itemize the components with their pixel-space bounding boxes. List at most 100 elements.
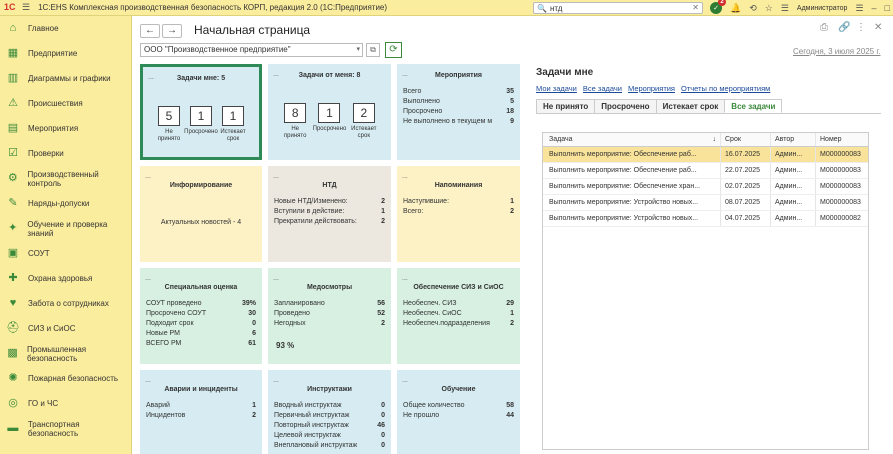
tile-accidents[interactable]: ... Аварии и инциденты Аварий 1 Инцидентов 2 [140,370,262,454]
bell-icon[interactable]: 🔔 [730,3,741,14]
maximize-icon[interactable]: □ [885,3,890,13]
sidebar-item-3[interactable]: ⚠ Происшествия [0,91,131,116]
table-row[interactable]: Выполнить мероприятие: Обеспечение раб..… [543,147,868,163]
print-icon[interactable]: ⎙ [820,22,828,33]
settings-icon[interactable]: ☰ [781,3,789,14]
table-row[interactable]: Выполнить мероприятие: Обеспечение раб..… [543,163,868,179]
search-input[interactable]: 🔍 нтд ✕ [533,2,703,14]
tile-ntd[interactable]: ... НТД Новые НТД/Изменено: 2 Вступили в дей… [268,166,391,262]
table-row[interactable]: Выполнить мероприятие: Устройство новых.… [543,211,868,227]
sidebar-item-0[interactable]: ⌂ Главное [0,16,131,41]
tab-expiring[interactable]: Истекает срок [655,99,726,113]
news-count: Актуальных новостей - 4 [160,219,242,226]
more-icon[interactable]: ⋮ [856,22,866,33]
tile-informing[interactable]: ... Информирование Актуальных новостей -… [140,166,262,262]
tile-row: Не прошло 44 [403,412,514,419]
sidebar-item-13[interactable]: ▩ Промышленная безопасность [0,341,131,366]
table-row[interactable]: Выполнить мероприятие: Устройство новых.… [543,195,868,211]
tab-all-tasks[interactable]: Все задачи [724,99,783,113]
app-logo-icon: 1С [4,1,16,12]
column-number[interactable]: Номер [816,133,868,146]
user-name[interactable]: Администратор [797,5,848,12]
tile-row: Наступившие: 1 [403,198,514,205]
counter-overdue[interactable]: 1 Просрочено [184,106,218,143]
column-task[interactable]: Задача ↓ [543,133,721,146]
minimize-icon[interactable]: – [872,3,877,13]
sidebar-item-9[interactable]: ▣ СОУТ [0,241,131,266]
link-events[interactable]: Мероприятия [628,84,675,93]
star-icon[interactable]: ☆ [765,3,773,14]
tile-row: Новые НТД/Изменено: 2 [274,198,385,205]
menu-icon[interactable]: ☰ [855,3,863,14]
tile-events[interactable]: ... Мероприятия Всего 35 Выполнено 5 Просрочен… [397,64,520,160]
counter-not-accepted[interactable]: 5 Не принято [154,106,184,143]
back-button[interactable]: ← [140,24,160,38]
counter-expiring[interactable]: 1 Истекает срок [218,106,248,143]
tile-tasks-me[interactable]: ... Задачи мне: 5 5 Не принято 1 Просрочен… [140,64,262,160]
sidebar-item-11[interactable]: ♥ Забота о сотрудниках [0,291,131,316]
table-cell: Админ... [771,163,816,178]
link-all-tasks[interactable]: Все задачи [583,84,622,93]
column-author[interactable]: Автор [771,133,816,146]
sidebar-item-16[interactable]: ▬ Транспортная безопасность [0,416,131,441]
sidebar-item-8[interactable]: ✦ Обучение и проверка знаний [0,216,131,241]
link-my-tasks[interactable]: Мои задачи [536,84,577,93]
sidebar-item-label: ГО и ЧС [28,399,59,408]
sidebar-item-1[interactable]: ▦ Предприятие [0,41,131,66]
sidebar-item-6[interactable]: ⚙ Производственный контроль [0,166,131,191]
training-icon: ✦ [8,222,18,234]
table-cell: 02.07.2025 [721,179,771,194]
open-org-button[interactable]: ⧉ [366,43,380,57]
tile-briefings[interactable]: ... Инструктажи Вводный инструктаж 0 Первичн… [268,370,391,454]
tile-ppe[interactable]: ... Обеспечение СИЗ и СиОС Необеспеч. СИЗ 2… [397,268,520,364]
link-event-reports[interactable]: Отчеты по мероприятиям [681,84,770,93]
tab-overdue[interactable]: Просрочено [594,99,657,113]
calendar-icon: ▤ [7,122,19,134]
organization-select[interactable]: ООО "Производственное предприятие" ▾ [140,43,363,57]
tile-rows: Запланировано 56 Проведено 52 Негодных 2 [272,299,387,329]
tile-row: Не выполнено в текущем м9 [403,118,514,125]
date-link[interactable]: Сегодня, 3 июля 2025 г. [793,47,880,56]
sidebar-item-7[interactable]: ✎ Наряды-допуски [0,191,131,216]
tile-rows: Аварий 1 Инцидентов 2 [144,401,258,421]
sidebar-item-4[interactable]: ▤ Мероприятия [0,116,131,141]
sidebar-item-10[interactable]: ✚ Охрана здоровья [0,266,131,291]
counter-overdue[interactable]: 1 Просрочено [313,103,346,140]
sidebar-item-label: СОУТ [28,249,50,258]
tile-rows: Необеспеч. СИЗ 29 Необеспеч. СиОС 1 Необеспе… [401,299,516,329]
sidebar-item-12[interactable]: ⛑ СИЗ и СиОС [0,316,131,341]
table-cell: 22.07.2025 [721,163,771,178]
column-due[interactable]: Срок [721,133,771,146]
table-row[interactable]: Выполнить мероприятие: Обеспечение хран.… [543,179,868,195]
tile-tasks-from-me[interactable]: ... Задачи от меня: 8 8 Не принято 1 Проср… [268,64,391,160]
health-icon: ✚ [8,272,18,284]
tile-rows: Всего 35 Выполнено 5 Просрочено 18 Не выполнен… [401,87,516,127]
table-cell: Выполнить мероприятие: Устройство новых.… [543,195,721,210]
chevron-down-icon[interactable]: ▾ [356,44,360,56]
sidebar-item-15[interactable]: ◎ ГО и ЧС [0,391,131,416]
notifications-icon[interactable]: ✓ 2 [710,0,726,14]
tile-row: Внеплановый инструктаж 0 [274,442,385,449]
counter-expiring[interactable]: 2 Истекает срок [349,103,379,140]
history-icon[interactable]: ⟲ [749,3,757,14]
menu-icon[interactable]: ☰ [22,2,30,13]
refresh-button[interactable]: ⟳ [385,42,402,58]
search-icon: 🔍 [537,3,547,13]
tab-not-accepted[interactable]: Не принято [536,99,596,113]
tile-medical[interactable]: ... Медосмотры Запланировано 56 Проведено 52 Н… [268,268,391,364]
clear-search-icon[interactable]: ✕ [692,3,699,12]
counter-not-accepted[interactable]: 8 Не принято [280,103,310,140]
tile-special-assessment[interactable]: ... Специальная оценка СОУТ проведено 39% Пр… [140,268,262,364]
close-page-icon[interactable]: ✕ [874,22,882,33]
tile-reminders[interactable]: ... Напоминания Наступившие: 1 Всего: 2 [397,166,520,262]
sidebar-item-14[interactable]: ✺ Пожарная безопасность [0,366,131,391]
sidebar-item-2[interactable]: ▥ Диаграммы и графики [0,66,131,91]
tile-training[interactable]: ... Обучение Общее количество 58 Не прошло 44 [397,370,520,454]
table-cell: Выполнить мероприятие: Устройство новых.… [543,211,721,226]
tile-row: Проведено 52 [274,310,385,317]
forward-button[interactable]: → [162,24,182,38]
table-cell: Админ... [771,195,816,210]
sidebar-item-5[interactable]: ☑ Проверки [0,141,131,166]
sidebar-item-label: Пожарная безопасность [28,374,119,383]
link-icon[interactable]: 🔗 [838,22,850,33]
